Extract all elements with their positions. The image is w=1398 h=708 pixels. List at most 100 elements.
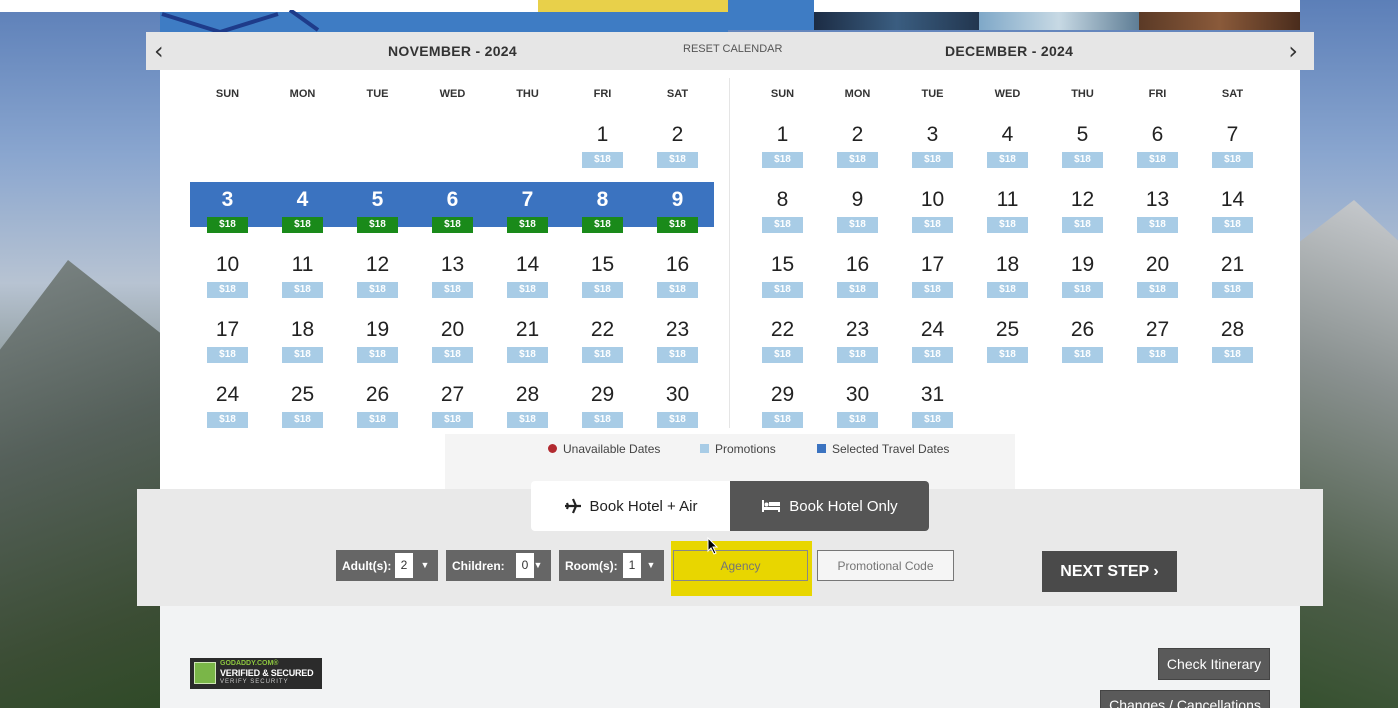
calendar-day[interactable]: 12 $18: [340, 247, 415, 298]
calendar-day[interactable]: 15 $18: [745, 247, 820, 298]
day-number: 26: [1070, 318, 1095, 341]
calendar-day[interactable]: 9 $18: [640, 182, 715, 233]
calendar-day[interactable]: 11 $18: [265, 247, 340, 298]
calendar-day[interactable]: 19 $18: [1045, 247, 1120, 298]
calendar-day[interactable]: 29 $18: [565, 377, 640, 428]
adults-value[interactable]: 2: [395, 553, 413, 578]
calendar-day[interactable]: 29 $18: [745, 377, 820, 428]
next-step-button[interactable]: NEXT STEP ›: [1042, 551, 1177, 592]
calendar-day[interactable]: 28 $18: [490, 377, 565, 428]
month-divider: [729, 78, 730, 428]
calendar-day[interactable]: 8 $18: [565, 182, 640, 233]
top-nav-highlight[interactable]: [538, 0, 728, 12]
rooms-select[interactable]: Room(s): 1 ▼: [559, 550, 664, 581]
promo-code-input[interactable]: [817, 550, 954, 581]
hotel-photo[interactable]: [814, 12, 979, 30]
calendar-day[interactable]: 9 $18: [820, 182, 895, 233]
day-number: 10: [920, 188, 945, 211]
calendar-day[interactable]: 31 $18: [895, 377, 970, 428]
calendar-day[interactable]: 13 $18: [415, 247, 490, 298]
calendar-day[interactable]: 30 $18: [640, 377, 715, 428]
chevron-down-icon[interactable]: ▼: [529, 553, 547, 578]
adults-select[interactable]: Adult(s): 2 ▼: [336, 550, 438, 581]
calendar-day[interactable]: 25 $18: [265, 377, 340, 428]
calendar-day[interactable]: 17 $18: [895, 247, 970, 298]
calendar-day[interactable]: 3 $18: [895, 117, 970, 168]
day-price-badge: $18: [987, 347, 1028, 363]
day-price-badge: $18: [507, 412, 548, 428]
calendar-day[interactable]: 17 $18: [190, 312, 265, 363]
calendar-day[interactable]: 14 $18: [1195, 182, 1270, 233]
godaddy-verified-badge[interactable]: GODADDY.COM® VERIFIED & SECURED VERIFY S…: [190, 658, 322, 689]
chevron-down-icon[interactable]: ▼: [642, 553, 660, 578]
calendar-day[interactable]: 1 $18: [565, 117, 640, 168]
calendar-day[interactable]: 15 $18: [565, 247, 640, 298]
calendar-day[interactable]: 8 $18: [745, 182, 820, 233]
next-month-arrow-icon[interactable]: ›: [1288, 39, 1298, 63]
day-number: 18: [290, 318, 315, 341]
calendar-day[interactable]: 14 $18: [490, 247, 565, 298]
rooms-value[interactable]: 1: [623, 553, 641, 578]
children-select[interactable]: Children: 0 ▼: [446, 550, 551, 581]
calendar-day[interactable]: 4 $18: [970, 117, 1045, 168]
calendar-day[interactable]: 5 $18: [340, 182, 415, 233]
calendar-day[interactable]: 7 $18: [1195, 117, 1270, 168]
calendar-day[interactable]: 18 $18: [265, 312, 340, 363]
calendar-day[interactable]: 20 $18: [415, 312, 490, 363]
calendar-day[interactable]: 26 $18: [1045, 312, 1120, 363]
agency-input[interactable]: [673, 550, 808, 581]
calendar-day[interactable]: 4 $18: [265, 182, 340, 233]
calendar-day[interactable]: 13 $18: [1120, 182, 1195, 233]
hotel-photo[interactable]: [979, 12, 1139, 30]
day-price-badge: $18: [987, 217, 1028, 233]
calendar-day[interactable]: 2 $18: [640, 117, 715, 168]
calendar-day[interactable]: 23 $18: [820, 312, 895, 363]
day-of-week-row: SUN MON TUE WED THU FRI SAT: [190, 88, 715, 102]
calendar-day[interactable]: 23 $18: [640, 312, 715, 363]
day-number: 8: [596, 188, 609, 211]
calendar-day[interactable]: 20 $18: [1120, 247, 1195, 298]
day-price-badge: $18: [282, 282, 323, 298]
calendar-day[interactable]: 27 $18: [415, 377, 490, 428]
calendar-day[interactable]: 21 $18: [490, 312, 565, 363]
calendar-day[interactable]: 6 $18: [415, 182, 490, 233]
prev-month-arrow-icon[interactable]: ‹: [154, 39, 164, 63]
calendar-day[interactable]: 25 $18: [970, 312, 1045, 363]
calendar-day[interactable]: 3 $18: [190, 182, 265, 233]
book-hotel-only-button[interactable]: Book Hotel Only: [730, 481, 929, 531]
calendar-day[interactable]: 24 $18: [895, 312, 970, 363]
day-price-badge: $18: [837, 412, 878, 428]
check-itinerary-button[interactable]: Check Itinerary: [1158, 648, 1270, 680]
calendar-day[interactable]: 1 $18: [745, 117, 820, 168]
close-icon[interactable]: [160, 10, 320, 32]
reset-calendar-link[interactable]: RESET CALENDAR: [683, 43, 782, 55]
day-number: 8: [776, 188, 789, 211]
calendar-day[interactable]: 2 $18: [820, 117, 895, 168]
book-hotel-only-label: Book Hotel Only: [789, 497, 898, 515]
book-hotel-air-button[interactable]: Book Hotel + Air: [531, 481, 730, 531]
calendar-day[interactable]: 16 $18: [640, 247, 715, 298]
day-number: 25: [290, 383, 315, 406]
chevron-down-icon[interactable]: ▼: [416, 553, 434, 578]
calendar-day[interactable]: 10 $18: [895, 182, 970, 233]
calendar-day[interactable]: 28 $18: [1195, 312, 1270, 363]
hotel-photo[interactable]: [1139, 12, 1300, 30]
calendar-day[interactable]: 22 $18: [745, 312, 820, 363]
calendar-day[interactable]: 10 $18: [190, 247, 265, 298]
calendar-day[interactable]: 16 $18: [820, 247, 895, 298]
calendar-day[interactable]: 22 $18: [565, 312, 640, 363]
calendar-day[interactable]: 19 $18: [340, 312, 415, 363]
calendar-day[interactable]: 27 $18: [1120, 312, 1195, 363]
changes-cancellations-button[interactable]: Changes / Cancellations: [1100, 690, 1270, 708]
calendar-day[interactable]: 11 $18: [970, 182, 1045, 233]
day-number: 1: [596, 123, 609, 146]
calendar-day[interactable]: 7 $18: [490, 182, 565, 233]
calendar-day[interactable]: 26 $18: [340, 377, 415, 428]
calendar-day[interactable]: 18 $18: [970, 247, 1045, 298]
calendar-day[interactable]: 12 $18: [1045, 182, 1120, 233]
calendar-day[interactable]: 30 $18: [820, 377, 895, 428]
calendar-day[interactable]: 5 $18: [1045, 117, 1120, 168]
calendar-day[interactable]: 6 $18: [1120, 117, 1195, 168]
calendar-day[interactable]: 21 $18: [1195, 247, 1270, 298]
calendar-day[interactable]: 24 $18: [190, 377, 265, 428]
